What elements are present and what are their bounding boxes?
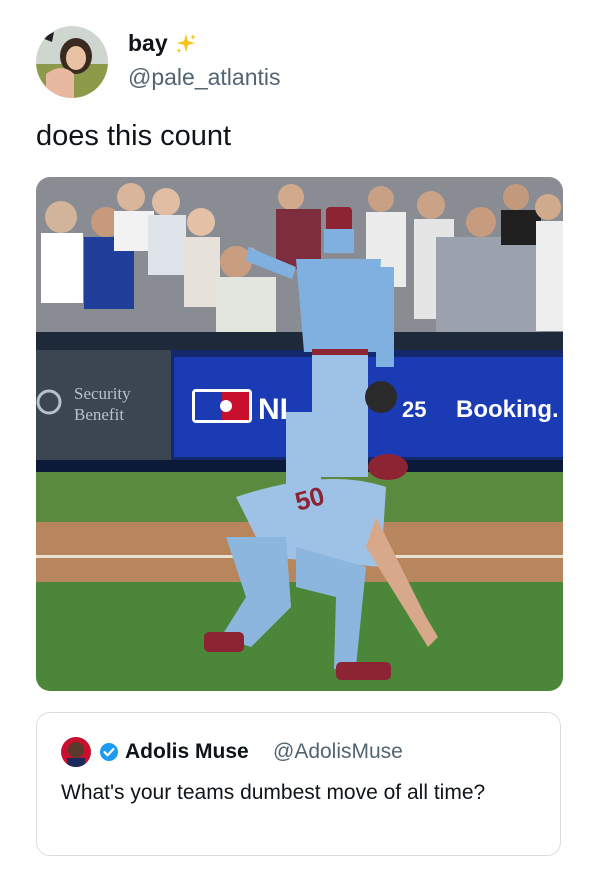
tweet-media[interactable]: Security Benefit NI 25 Booking. 50 <box>36 177 563 691</box>
author-handle[interactable]: @pale_atlantis <box>128 64 281 91</box>
tweet-text: does this count <box>36 120 232 152</box>
svg-text:Benefit: Benefit <box>74 405 124 424</box>
quoted-author-handle[interactable]: @AdolisMuse <box>273 740 403 764</box>
svg-text:Security: Security <box>74 384 131 403</box>
svg-text:NI: NI <box>258 393 288 426</box>
author-name[interactable]: bay <box>128 30 168 57</box>
quoted-tweet-card[interactable]: Adolis Muse @AdolisMuse What's your team… <box>36 712 561 856</box>
author-name-row: bay <box>128 30 198 57</box>
author-avatar[interactable] <box>36 26 108 98</box>
quoted-tweet-text: What's your teams dumbest move of all ti… <box>61 781 486 804</box>
quoted-author-avatar[interactable] <box>61 737 91 767</box>
booking-sign: Booking. <box>456 396 559 423</box>
mlb-logo: NI <box>192 389 288 426</box>
verified-badge-icon <box>100 743 118 761</box>
series-sign: 25 <box>402 397 426 422</box>
sparkles-icon <box>176 33 196 53</box>
quoted-author-name[interactable]: Adolis Muse <box>125 740 249 764</box>
